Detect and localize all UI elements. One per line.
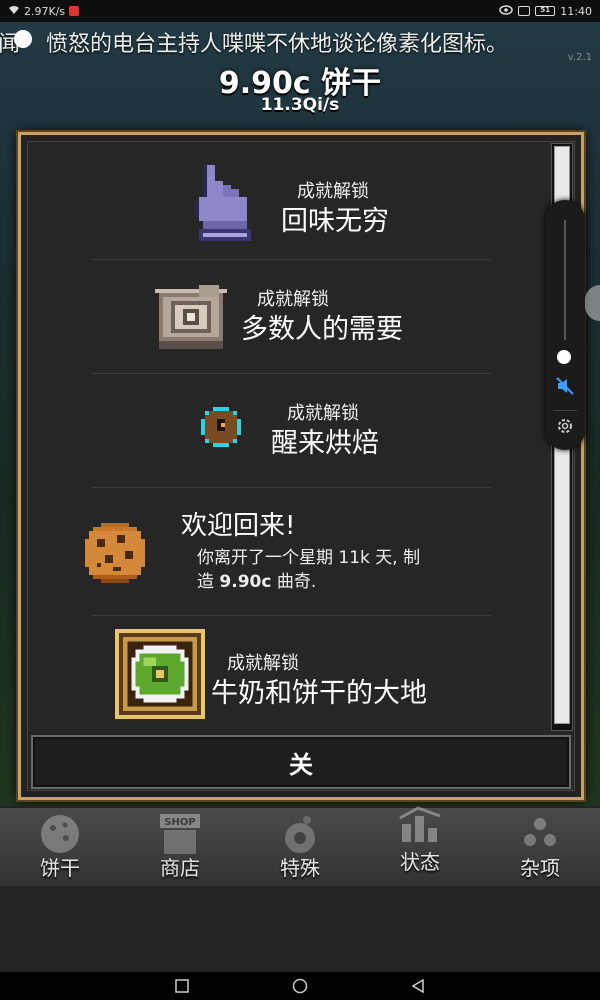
clock-time: 11:40 — [560, 4, 592, 18]
tab-label: 商店 — [160, 856, 200, 880]
offline-cookies-amount: 9.90c — [219, 572, 272, 592]
svg-text:SHOP: SHOP — [164, 817, 195, 828]
tab-shop[interactable]: SHOP 商店 — [120, 808, 240, 888]
divider — [91, 615, 491, 616]
pixel-fractal-icon — [151, 281, 231, 357]
milk-planet-icon — [115, 629, 205, 723]
cookie-icon — [85, 523, 145, 587]
bottom-tab-bar: 饼干 SHOP 商店 特殊 状态 杂项 — [0, 806, 600, 886]
welcome-title: 欢迎回来! — [181, 511, 296, 541]
cookies-per-second: 11.3Qi/s — [260, 95, 340, 115]
android-nav-bar — [0, 972, 600, 1000]
divider — [91, 487, 491, 488]
ticker-dot-icon — [14, 30, 32, 48]
shop-tab-icon: SHOP — [156, 812, 204, 856]
divider — [553, 410, 577, 411]
achievement-title: 醒来烘焙 — [271, 428, 379, 459]
pixel-hand-icon — [191, 165, 255, 245]
gear-icon[interactable] — [554, 416, 576, 438]
tab-label: 状态 — [400, 850, 440, 874]
welcome-line-1: 你离开了一个星期 11k 天, 制 — [197, 548, 421, 568]
achievement-entry: 成就解锁 回味无穷 — [31, 159, 539, 259]
divider — [91, 259, 491, 260]
notification-icon — [69, 6, 80, 16]
achievement-entry: 成就解锁 醒来烘焙 — [31, 375, 539, 487]
wifi-icon — [8, 5, 20, 18]
volume-slider-knob[interactable] — [557, 350, 571, 364]
home-button[interactable] — [291, 977, 309, 995]
back-button[interactable] — [409, 977, 427, 995]
close-button[interactable]: 关 — [31, 735, 571, 789]
eye-icon — [499, 4, 514, 18]
tab-label: 饼干 — [40, 856, 80, 880]
achievement-entry: 成就解锁 牛奶和饼干的大地 — [31, 619, 539, 729]
stats-tab-icon — [396, 804, 444, 848]
pixel-orb-icon — [201, 407, 241, 451]
achievement-entry: 成就解锁 多数人的需要 — [31, 261, 539, 373]
network-speed: 2.97K/s — [24, 4, 66, 18]
battery-icon: 51 — [535, 6, 556, 16]
cookie-tab-icon — [36, 812, 84, 856]
tab-stats[interactable]: 状态 — [360, 806, 480, 888]
misc-tab-icon — [516, 812, 564, 856]
tab-misc[interactable]: 杂项 — [480, 808, 600, 888]
system-status-bar: 2.97K/s 51 11:40 — [0, 0, 600, 22]
volume-side-panel — [545, 200, 585, 450]
news-ticker[interactable]: 闻 愤怒的电台主持人喋喋不休地谈论像素化图标。 — [0, 24, 600, 58]
vibrate-icon — [518, 6, 531, 16]
achievement-title: 牛奶和饼干的大地 — [211, 678, 427, 709]
tab-label: 特殊 — [280, 856, 320, 880]
tab-cookie[interactable]: 饼干 — [0, 808, 120, 888]
volume-slider-track[interactable] — [564, 220, 566, 340]
mute-icon[interactable] — [555, 376, 575, 396]
tab-label: 杂项 — [520, 856, 560, 880]
welcome-back-entry: 欢迎回来! 你离开了一个星期 11k 天, 制 造 9.90c 曲奇. — [31, 489, 539, 615]
welcome-line-2: 造 9.90c 曲奇. — [197, 572, 317, 592]
divider — [91, 373, 491, 374]
ticker-text: 愤怒的电台主持人喋喋不休地谈论像素化图标。 — [46, 32, 509, 57]
tab-special[interactable]: 特殊 — [240, 808, 360, 888]
empty-area — [0, 886, 600, 972]
achievement-title: 多数人的需要 — [241, 314, 403, 345]
notifications-dialog: 成就解锁 回味无穷 成就解锁 多数人的需要 成就解锁 醒来烘焙 欢迎回来! 你离… — [18, 132, 584, 800]
achievement-title: 回味无穷 — [281, 206, 389, 237]
special-tab-icon — [276, 812, 324, 856]
recents-button[interactable] — [173, 977, 191, 995]
